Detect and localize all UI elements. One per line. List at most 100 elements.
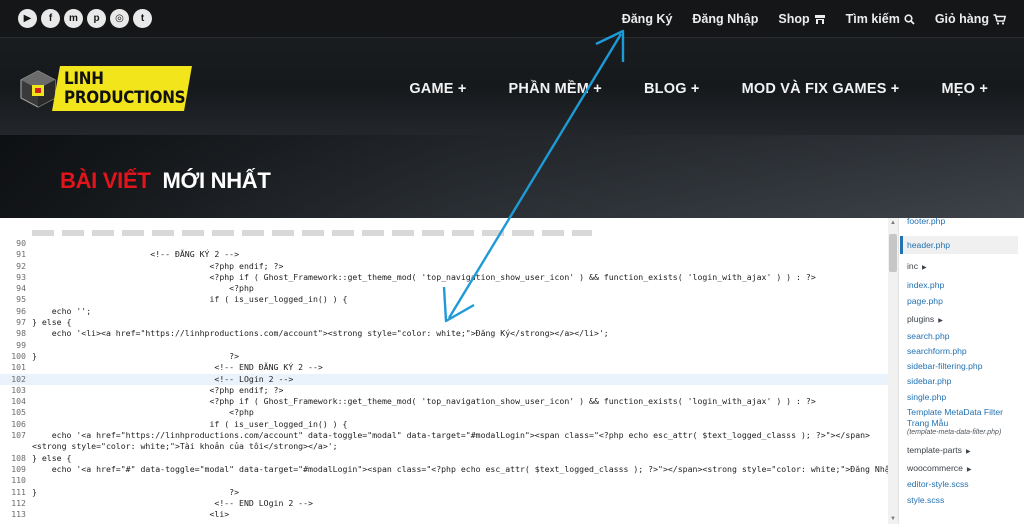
folder-item[interactable]: template-parts ▶ [907,445,971,455]
file-item-active[interactable]: header.php [900,236,1018,254]
line-number: 110 [11,475,26,486]
code-line[interactable]: 107 echo '<a href="https://linhproductio… [0,430,888,453]
code-text: <!-- END LOgin 2 --> [32,497,313,508]
file-item[interactable]: single.php [907,392,946,402]
code-text: <li> [32,509,230,520]
file-label: sidebar-filtering.php [907,361,983,371]
file-label: Trang Mẫu [907,418,949,428]
code-line[interactable]: 95 if ( is_user_logged_in() ) { [0,294,888,305]
line-number: 97 [16,317,26,328]
code-editor[interactable]: 90 91 <!-- ĐĂNG KÝ 2 --> 92 <?php endif; ?… [0,238,888,524]
file-item[interactable]: index.php [907,280,944,290]
code-text: <?php [32,407,254,418]
file-item[interactable]: sidebar.php [907,376,951,386]
code-text: echo '<a href="#" data-toggle="modal" da… [32,463,888,474]
file-item[interactable]: Trang Mẫu [907,418,948,428]
code-line[interactable]: 92 <?php endif; ?> [0,261,888,272]
file-label: header.php [907,240,951,250]
site-logo[interactable]: LINH PRODUCTIONS [18,66,192,111]
code-text: } else { [32,452,72,463]
code-line[interactable]: 96 echo ''; [0,306,888,317]
caret-right-icon: ▶ [966,467,972,473]
code-line[interactable]: 113 <li> [0,509,888,520]
facebook-icon[interactable]: f [41,9,60,28]
file-item[interactable]: sidebar-filtering.php [907,361,982,371]
code-line[interactable]: 111} ?> [0,487,888,498]
messenger-icon[interactable]: m [64,9,83,28]
code-text: echo '<li><a href="https://linhproductio… [32,328,609,339]
youtube-icon[interactable]: ▶ [18,9,37,28]
code-line[interactable]: 91 <!-- ĐĂNG KÝ 2 --> [0,249,888,260]
pinterest-icon[interactable]: p [87,9,106,28]
nav-item-2[interactable]: PHẦN MỀM + [509,81,602,97]
code-line[interactable]: 99 [0,340,888,351]
code-line[interactable]: 112 <!-- END LOgin 2 --> [0,498,888,509]
top-bar: ▶ f m p ◎ t Đăng Ký Đăng Nhập Shop Tìm kiếm G… [0,0,1024,38]
file-list-scrollbar[interactable]: ▲ ▼ [888,218,898,524]
instagram-icon[interactable]: ◎ [110,9,129,28]
file-item[interactable]: page.php [907,296,943,306]
shop-label: Shop [778,12,810,26]
file-item[interactable]: style.scss [907,495,944,505]
shop-link[interactable]: Shop [778,12,825,26]
code-line[interactable]: 105 <?php [0,407,888,418]
line-number: 106 [11,418,26,429]
file-label: footer.php [907,218,946,226]
code-line[interactable]: 108 } else { [0,453,888,464]
logo-line-1: LINH [64,69,104,88]
code-text: <?php endif; ?> [32,384,284,395]
code-line[interactable]: 109 echo '<a href="#" data-toggle="modal… [0,464,888,475]
search-label: Tìm kiếm [845,12,900,26]
code-line[interactable]: 98 echo '<li><a href="https://linhproduc… [0,328,888,339]
folder-item[interactable]: woocommerce ▶ [907,463,972,473]
code-text: echo ''; [32,305,92,316]
file-label: searchform.php [907,346,967,356]
code-line[interactable]: 110 [0,475,888,486]
file-item[interactable]: searchform.php [907,346,967,356]
code-text: <?php [32,283,254,294]
scrollbar-thumb[interactable] [889,234,897,272]
code-line[interactable]: 90 [0,238,888,249]
code-text: <!-- ĐĂNG KÝ 2 --> [32,249,240,260]
scroll-down-icon[interactable]: ▼ [888,514,898,524]
code-line[interactable]: 106 if ( is_user_logged_in() ) { [0,419,888,430]
twitter-icon[interactable]: t [133,9,152,28]
file-label: index.php [907,280,945,290]
line-number: 100 [11,350,26,361]
line-number: 90 [16,238,26,248]
banner-title-red: BÀI VIẾT [60,168,151,193]
nav-item-1[interactable]: GAME + [409,81,466,97]
file-label: plugins [907,314,935,324]
code-line[interactable]: 101 <!-- END ĐĂNG KÝ 2 --> [0,362,888,373]
code-line[interactable]: 104 <?php if ( Ghost_Framework::get_them… [0,396,888,407]
code-text: echo '<a href="https://linhproductions.c… [32,430,870,452]
code-line[interactable]: 93 <?php if ( Ghost_Framework::get_theme… [0,272,888,283]
file-label: page.php [907,296,943,306]
code-line[interactable]: 94 <?php [0,283,888,294]
nav-item-4[interactable]: MOD VÀ FIX GAMES + [742,81,900,97]
file-item[interactable]: Template MetaData Filter [907,407,1003,417]
search-link[interactable]: Tìm kiếm [846,12,915,26]
login-link[interactable]: Đăng Nhập [692,12,758,26]
register-label: Đăng Ký [621,12,673,26]
cart-link[interactable]: Giỏ hàng [935,12,1006,26]
file-item[interactable]: editor-style.scss [907,479,969,489]
folder-item[interactable]: plugins ▶ [907,314,943,324]
scroll-up-icon[interactable]: ▲ [888,218,898,228]
code-line[interactable]: 97} else { [0,317,888,328]
code-text: } ?> [32,350,240,361]
code-line[interactable]: 100 } ?> [0,351,888,362]
line-number: 107 [11,430,26,441]
file-item[interactable]: search.php [907,331,950,341]
nav-item-3[interactable]: BLOG + [644,81,700,97]
register-link[interactable]: Đăng Ký [622,12,673,26]
cart-icon [993,13,1006,25]
file-item[interactable]: footer.php [907,218,945,226]
code-line[interactable]: 103 <?php endif; ?> [0,385,888,396]
nav-item-5[interactable]: MẸO + [941,81,988,97]
logo-line-2: PRODUCTIONS [64,88,186,107]
line-number: 92 [16,260,26,271]
line-number: 108 [11,452,26,463]
folder-item[interactable]: inc ▶ [907,261,927,271]
code-line[interactable]: 102 <!-- LOgin 2 --> [0,373,888,385]
